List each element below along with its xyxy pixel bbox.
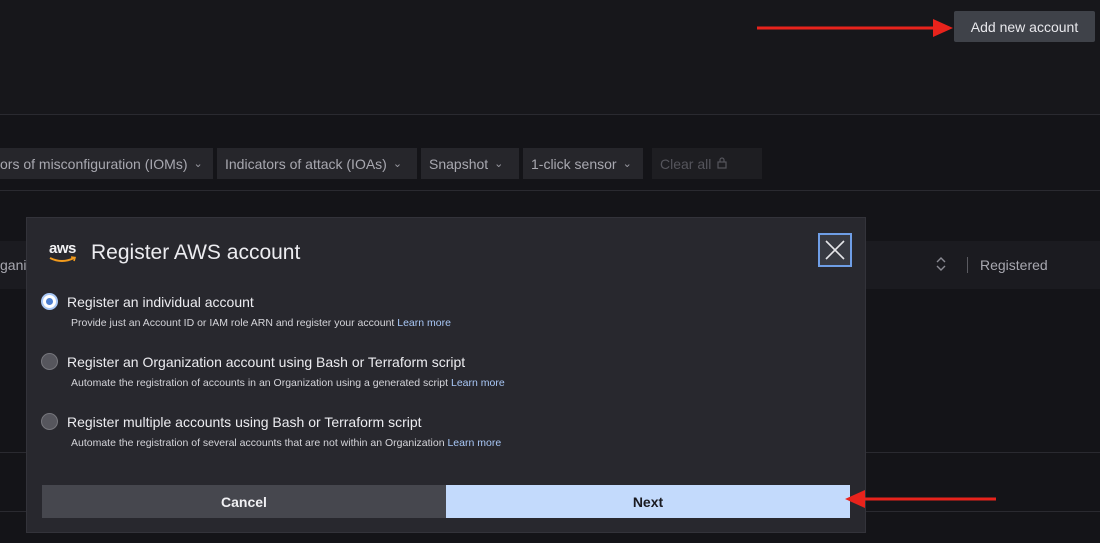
chevron-down-icon: ⌄ — [392, 158, 403, 170]
cancel-button[interactable]: Cancel — [42, 485, 446, 518]
column-header-registered[interactable]: Registered — [980, 257, 1048, 273]
chevron-down-icon: ⌄ — [193, 158, 203, 170]
option-label: Register multiple accounts using Bash or… — [67, 413, 422, 430]
next-button[interactable]: Next — [446, 485, 850, 518]
filter-1-click-sensor[interactable]: 1-click sensor ⌄ — [523, 148, 643, 179]
close-icon — [825, 240, 845, 260]
dialog-footer: Cancel Next — [42, 485, 850, 518]
chevron-down-icon: ⌄ — [494, 158, 504, 170]
filter-snapshot[interactable]: Snapshot ⌄ — [421, 148, 519, 179]
filter-ioms[interactable]: ors of misconfiguration (IOMs) ⌄ — [0, 148, 213, 179]
chevron-down-icon: ⌄ — [622, 158, 632, 170]
add-new-account-button[interactable]: Add new account — [954, 11, 1095, 42]
option-description: Automate the registration of accounts in… — [71, 377, 505, 389]
option-description: Provide just an Account ID or IAM role A… — [71, 317, 451, 329]
dialog-title: Register AWS account — [91, 241, 301, 264]
close-button[interactable] — [818, 233, 852, 267]
filter-ioas[interactable]: Indicators of attack (IOAs) ⌄ — [217, 148, 417, 179]
radio-unselected[interactable] — [41, 413, 58, 430]
divider — [0, 190, 1100, 191]
register-aws-dialog: aws Register AWS account Register an ind… — [26, 217, 866, 533]
learn-more-link[interactable]: Learn more — [397, 317, 451, 329]
clear-all-label: Clear all — [660, 155, 712, 172]
sort-icon[interactable] — [935, 255, 947, 276]
option-label: Register an individual account — [67, 293, 254, 310]
filter-label: 1-click sensor — [531, 155, 617, 172]
annotation-arrow-right-icon — [757, 19, 953, 37]
option-label: Register an Organization account using B… — [67, 353, 466, 370]
filter-label: Snapshot — [429, 155, 489, 172]
option-multiple-accounts[interactable]: Register multiple accounts using Bash or… — [41, 413, 501, 449]
lock-icon — [717, 156, 727, 172]
radio-unselected[interactable] — [41, 353, 58, 370]
clear-all-button[interactable]: Clear all — [652, 148, 762, 179]
filter-label: Indicators of attack (IOAs) — [225, 155, 387, 172]
option-description: Automate the registration of several acc… — [71, 437, 502, 449]
option-organization-account[interactable]: Register an Organization account using B… — [41, 353, 505, 389]
radio-selected[interactable] — [41, 293, 58, 310]
dialog-header: aws Register AWS account — [47, 240, 300, 266]
filter-bar: ors of misconfiguration (IOMs) ⌄ Indicat… — [0, 148, 762, 179]
column-separator — [967, 257, 968, 273]
aws-logo: aws — [47, 240, 77, 266]
annotation-arrow-left-icon — [845, 490, 996, 508]
learn-more-link[interactable]: Learn more — [451, 377, 505, 389]
filter-label: ors of misconfiguration (IOMs) — [0, 155, 188, 172]
option-individual-account[interactable]: Register an individual account Provide j… — [41, 293, 451, 329]
learn-more-link[interactable]: Learn more — [447, 437, 501, 449]
